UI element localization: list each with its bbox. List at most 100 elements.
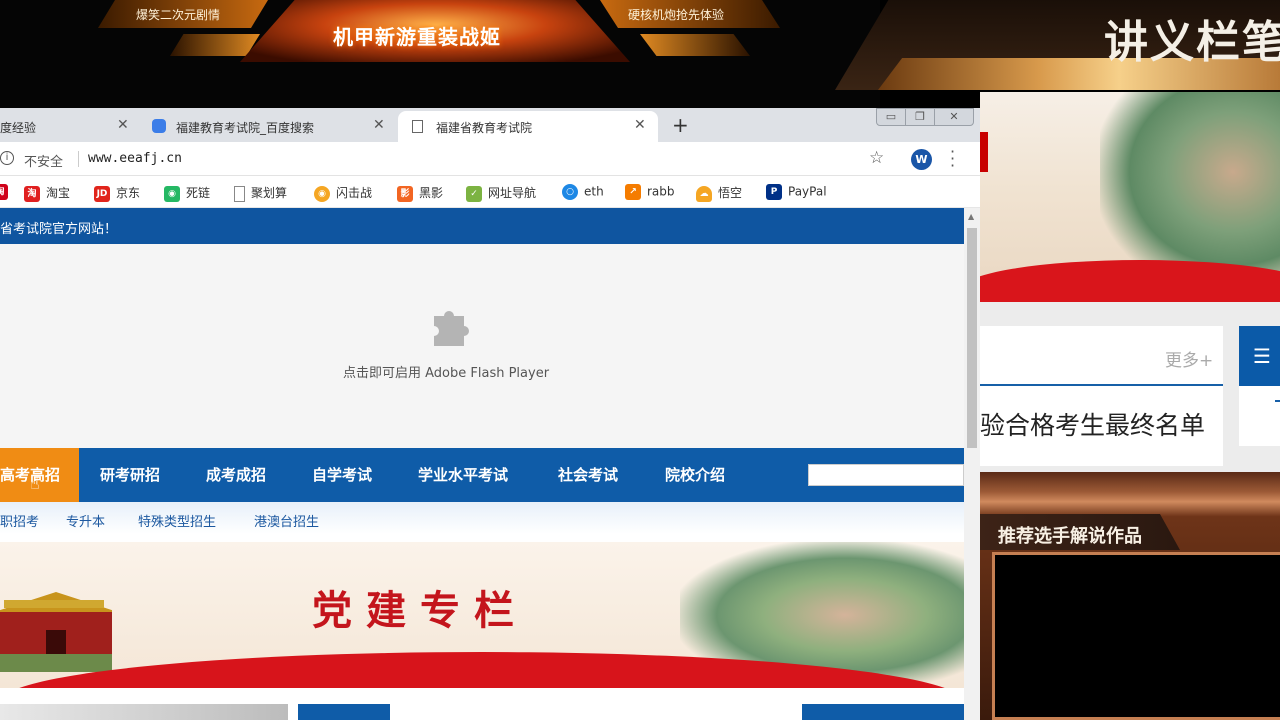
news-headline[interactable]: 验合格考生最终名单 <box>980 406 1205 442</box>
overlay-news-panel: 更多+ 验合格考生最终名单 ☰ <box>980 302 1280 472</box>
bookmark-item[interactable]: 淘淘宝 <box>24 184 70 202</box>
bookmark-item[interactable]: P PayPal <box>766 184 827 200</box>
info-icon[interactable]: i <box>0 151 14 165</box>
nav-label: 成考成招 <box>206 466 267 484</box>
video-screen <box>992 552 1280 720</box>
bookmark-item[interactable]: ☁ 悟空 <box>696 184 742 202</box>
separator <box>78 151 79 167</box>
web-page: 省考试院官方网站！ 点击即可启用 Adobe Flash Player 高考高招… <box>0 208 964 720</box>
section-tab[interactable] <box>298 704 390 720</box>
side-panel <box>1239 386 1280 446</box>
tab-title: 福建教育考试院_百度搜索 <box>176 121 315 135</box>
bookmark-label: rabb <box>647 184 675 199</box>
bookmark-item[interactable]: 聚划算 <box>234 184 287 202</box>
main-nav: 高考高招 ☝ 研考研招 成考成招 自学考试 学业水平考试 社会考试 院校介绍 <box>0 448 964 502</box>
url-text[interactable]: www.eeafj.cn <box>88 151 182 166</box>
list-menu-icon: ☰ <box>1253 344 1271 368</box>
game-ad-banner[interactable]: 爆笑二次元剧情 硬核机炮抢先体验 机甲新游重装战姬 <box>0 0 880 108</box>
browser-window: 度经验 ✕ 福建教育考试院_百度搜索 ✕ 福建省教育考试院 ✕ + ▭ ❐ ✕ … <box>0 108 980 720</box>
bookmark-item[interactable]: ○ eth <box>562 184 604 200</box>
orange-arrow-icon: ↗ <box>625 184 641 200</box>
new-tab-button[interactable]: + <box>672 113 689 137</box>
paypal-icon: P <box>766 184 782 200</box>
bookmark-item[interactable]: ◉ 闪击战 <box>314 184 372 202</box>
bookmark-star-icon[interactable]: ☆ <box>869 148 884 168</box>
baidu-paw-icon <box>152 119 166 133</box>
red-wave <box>980 260 1280 302</box>
overlay-party-banner <box>980 92 1280 302</box>
subnav-item[interactable]: 特殊类型招生 <box>138 511 216 530</box>
bookmark-label: 死链 <box>186 186 211 200</box>
subnav-item[interactable]: 港澳台招生 <box>254 511 319 530</box>
tab-title: 度经验 <box>0 121 37 135</box>
page-icon <box>234 185 245 202</box>
nav-label: 自学考试 <box>312 466 373 484</box>
nav-zixue[interactable]: 自学考试 <box>312 448 372 502</box>
nav-label: 研考研招 <box>100 466 161 484</box>
yellow-cloud-icon: ☁ <box>696 185 712 202</box>
flash-enable-message[interactable]: 点击即可启用 Adobe Flash Player <box>343 362 549 381</box>
orange-circle-icon: ◉ <box>314 185 330 202</box>
scrollbar-thumb[interactable] <box>967 228 977 448</box>
site-search-input[interactable] <box>808 464 964 486</box>
side-panel-mark <box>1275 400 1280 402</box>
bookmark-label: 聚划算 <box>251 186 288 200</box>
bookmark-label: eth <box>584 184 604 199</box>
more-link[interactable]: 更多+ <box>1165 346 1213 371</box>
tab-baidu-search[interactable]: 福建教育考试院_百度搜索 ✕ <box>140 111 398 142</box>
service-header[interactable] <box>802 704 964 720</box>
restore-button[interactable]: ❐ <box>905 108 935 126</box>
profile-avatar[interactable]: W <box>911 149 932 170</box>
recommend-label: 推荐选手解说作品 <box>998 526 1142 547</box>
nav-yuanxiao[interactable]: 院校介绍 <box>665 448 725 502</box>
overlay-video-frame: 推荐选手解说作品 <box>980 472 1280 720</box>
tiananmen-gate-image <box>0 592 112 672</box>
page-icon <box>412 120 423 133</box>
bookmark-item[interactable]: ◉ 死链 <box>164 184 210 202</box>
tab-close-icon[interactable]: ✕ <box>634 117 646 133</box>
bookmark-label: 淘宝 <box>46 186 71 200</box>
scroll-up-icon[interactable]: ▲ <box>968 212 974 221</box>
party-building-banner[interactable]: 党建专栏 <box>0 542 964 688</box>
tab-fujian-exam[interactable]: 福建省教育考试院 ✕ <box>398 111 658 142</box>
minimize-button[interactable]: ▭ <box>876 108 906 126</box>
bookmark-item[interactable]: 影黑影 <box>397 184 443 202</box>
close-window-button[interactable]: ✕ <box>934 108 974 126</box>
red-accent <box>980 132 988 172</box>
blue-ring-icon: ○ <box>562 184 578 200</box>
page-scrollbar[interactable]: ▲ <box>964 208 980 720</box>
security-label[interactable]: 不安全 <box>24 151 63 170</box>
tab-close-icon[interactable]: ✕ <box>373 117 385 133</box>
tab-baidu-jingyan[interactable]: 度经验 ✕ <box>0 111 140 142</box>
nav-label: 学业水平考试 <box>418 466 509 484</box>
nav-shehui[interactable]: 社会考试 <box>558 448 618 502</box>
address-bar[interactable]: i 不安全 www.eeafj.cn ☆ W · · · <box>0 142 980 176</box>
hand-cursor-icon: ☝ <box>30 474 40 493</box>
bookmark-label: 闪击战 <box>336 186 373 200</box>
bookmark-item[interactable]: ↗ rabb <box>625 184 675 200</box>
bookmark-label: 网址导航 <box>488 186 537 200</box>
bookmark-item[interactable]: ✓ 网址导航 <box>466 184 536 202</box>
banner-left-text: 爆笑二次元剧情 <box>136 8 221 22</box>
banner-center-text: 机甲新游重装战姬 <box>333 25 501 49</box>
subnav-item[interactable]: 职招考 <box>0 511 39 530</box>
plugin-puzzle-icon <box>434 311 469 346</box>
nav-xueye[interactable]: 学业水平考试 <box>418 448 508 502</box>
side-menu-button[interactable]: ☰ <box>1239 326 1280 386</box>
green-chat-icon: ◉ <box>164 185 180 202</box>
subnav-item[interactable]: 专升本 <box>66 511 105 530</box>
menu-kebab-icon[interactable]: · · · <box>950 144 955 174</box>
bookmark-label: 京东 <box>116 186 141 200</box>
sub-nav: 职招考 专升本 特殊类型招生 港澳台招生 <box>0 502 964 534</box>
banner-stripe-right <box>640 34 750 56</box>
nav-chengkao[interactable]: 成考成招 <box>206 448 266 502</box>
tab-close-icon[interactable]: ✕ <box>117 117 129 133</box>
bookmark-item[interactable]: JD 京东 <box>94 184 140 202</box>
bookmark-label: PayPal <box>788 184 827 199</box>
nav-yankao[interactable]: 研考研招 <box>100 448 160 502</box>
flash-placeholder[interactable]: 点击即可启用 Adobe Flash Player <box>0 244 964 448</box>
app-icon: 淘 <box>0 184 8 200</box>
bookmark-item[interactable]: 淘 <box>0 184 14 200</box>
bookmark-label: 悟空 <box>718 186 743 200</box>
tab-bar: 度经验 ✕ 福建教育考试院_百度搜索 ✕ 福建省教育考试院 ✕ + ▭ ❐ ✕ <box>0 108 980 142</box>
